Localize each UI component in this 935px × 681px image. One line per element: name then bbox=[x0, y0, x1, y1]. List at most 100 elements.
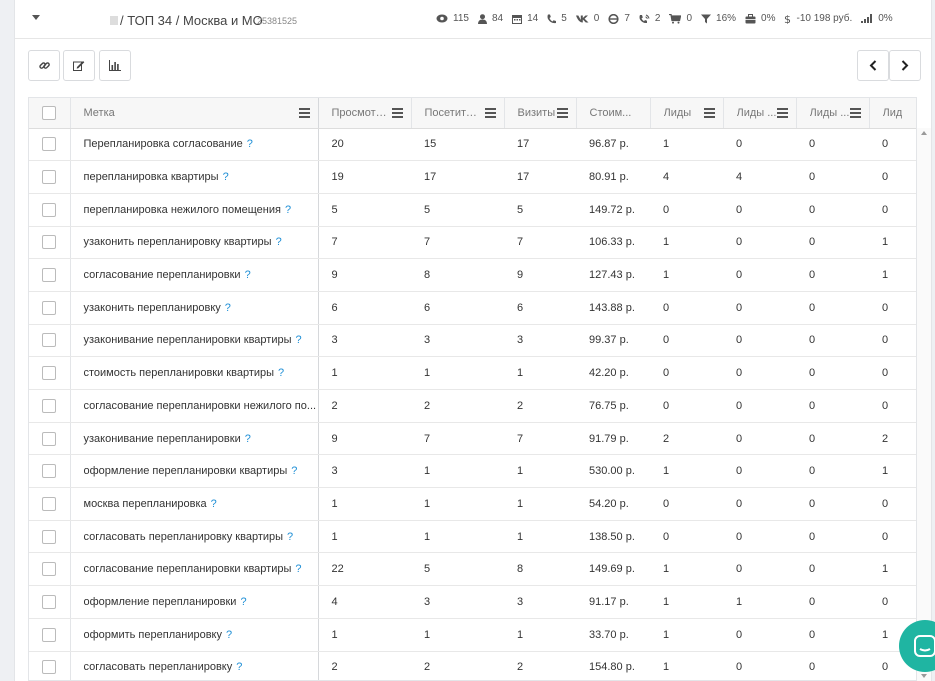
row-checkbox[interactable] bbox=[42, 529, 57, 544]
cell-cost: 54.20 р. bbox=[576, 487, 650, 521]
column-menu-icon[interactable] bbox=[484, 108, 496, 120]
help-link[interactable]: ? bbox=[296, 334, 302, 346]
help-link[interactable]: ? bbox=[223, 171, 229, 183]
help-link[interactable]: ? bbox=[236, 661, 242, 673]
row-checkbox[interactable] bbox=[42, 562, 57, 577]
column-header-leads-2[interactable]: Лиды ... bbox=[723, 98, 797, 129]
table-row[interactable]: Перепланировка согласование? 20 15 17 96.87 … bbox=[29, 128, 916, 162]
cell-visits: 1 bbox=[504, 618, 576, 652]
table-row[interactable]: согласование перепланировки? 9 8 9 127.43 р.… bbox=[29, 258, 916, 292]
grid-vertical-scrollbar[interactable] bbox=[917, 128, 931, 681]
table-row[interactable]: перепланировка квартиры? 19 17 17 80.91 р. 4 4… bbox=[29, 160, 916, 194]
breadcrumb[interactable]: / ТОП 34 / Москва и МО bbox=[120, 13, 263, 28]
cell-cost: 91.79 р. bbox=[576, 422, 650, 456]
table-row[interactable]: согласовать перепланировку квартиры? 1 1 1 1… bbox=[29, 520, 916, 554]
table-row[interactable]: перепланировка нежилого помещения? 5 5 5 149… bbox=[29, 193, 916, 227]
table-row[interactable]: москва перепланировка? 1 1 1 54.20 р. 0 0 0 0 bbox=[29, 487, 916, 521]
help-link[interactable]: ? bbox=[247, 138, 253, 150]
cell-leads-3: 0 bbox=[796, 389, 869, 423]
table-row[interactable]: узаконивание перепланировки квартиры? 3 3 3… bbox=[29, 324, 916, 358]
column-header-visitors[interactable]: Посетители bbox=[411, 98, 505, 129]
table-row[interactable]: оформление перепланировки? 4 3 3 91.17 р. 1 1 0… bbox=[29, 585, 916, 619]
row-checkbox[interactable] bbox=[42, 235, 57, 250]
help-link[interactable]: ? bbox=[245, 433, 251, 445]
column-menu-icon[interactable] bbox=[703, 108, 715, 120]
table-row[interactable]: согласование перепланировки нежилого по.… bbox=[29, 389, 916, 423]
row-checkbox[interactable] bbox=[42, 627, 57, 642]
stat-visitors: 84 bbox=[477, 13, 503, 24]
table-row[interactable]: узаконить перепланировку квартиры? 7 7 7 106… bbox=[29, 226, 916, 260]
table-row[interactable]: узаконивание перепланировки? 9 7 7 91.79 р. 2… bbox=[29, 422, 916, 456]
row-checkbox[interactable] bbox=[42, 398, 57, 413]
cell-leads: 0 bbox=[650, 520, 723, 554]
table-row[interactable]: оформление перепланировки квартиры? 3 1 1 53… bbox=[29, 454, 916, 489]
row-checkbox[interactable] bbox=[42, 366, 57, 381]
cell-leads-2: 0 bbox=[723, 291, 796, 325]
row-checkbox[interactable] bbox=[42, 464, 57, 479]
column-menu-icon[interactable] bbox=[849, 108, 861, 120]
help-link[interactable]: ? bbox=[291, 465, 297, 477]
cell-leads: 1 bbox=[650, 128, 723, 162]
chart-button[interactable] bbox=[99, 50, 131, 81]
next-page-button[interactable] bbox=[889, 50, 921, 81]
row-checkbox[interactable] bbox=[42, 170, 57, 185]
collapse-caret-icon[interactable] bbox=[32, 15, 40, 20]
scroll-down-icon[interactable] bbox=[921, 674, 927, 678]
help-link[interactable]: ? bbox=[295, 563, 301, 575]
prev-page-button[interactable] bbox=[857, 50, 889, 81]
briefcase-icon bbox=[745, 13, 756, 23]
cell-label: перепланировка квартиры? bbox=[70, 160, 319, 194]
help-link[interactable]: ? bbox=[226, 629, 232, 641]
table-row[interactable]: согласование перепланировки квартиры? 22 5… bbox=[29, 552, 916, 587]
cell-leads-4: 1 bbox=[869, 226, 916, 260]
row-select-cell bbox=[29, 585, 71, 619]
row-checkbox[interactable] bbox=[42, 496, 57, 511]
column-header-leads[interactable]: Лиды bbox=[650, 98, 724, 129]
column-header-leads-3[interactable]: Лиды ... bbox=[796, 98, 870, 129]
table-row[interactable]: оформить перепланировку? 1 1 1 33.70 р. 1 0 0 1 bbox=[29, 618, 916, 652]
column-menu-icon[interactable] bbox=[556, 108, 568, 120]
cell-leads: 1 bbox=[650, 454, 723, 489]
table-row[interactable]: стоимость перепланировки квартиры? 1 1 1 42.… bbox=[29, 356, 916, 390]
column-header-label[interactable]: Метка bbox=[70, 98, 319, 129]
row-checkbox[interactable] bbox=[42, 300, 57, 315]
help-link[interactable]: ? bbox=[211, 498, 217, 510]
select-all-checkbox[interactable] bbox=[42, 105, 57, 120]
scroll-up-icon[interactable] bbox=[921, 131, 927, 135]
column-header-cost[interactable]: Стоим... bbox=[576, 98, 651, 129]
help-link[interactable]: ? bbox=[278, 367, 284, 379]
help-link[interactable]: ? bbox=[240, 596, 246, 608]
keyword-label: оформить перепланировку bbox=[83, 628, 222, 641]
cell-leads-4: 0 bbox=[869, 520, 916, 554]
cell-leads-2: 0 bbox=[723, 454, 796, 489]
cell-label: стоимость перепланировки квартиры? bbox=[70, 356, 319, 390]
cell-visitors: 7 bbox=[411, 422, 504, 456]
row-checkbox[interactable] bbox=[42, 333, 57, 348]
column-menu-icon[interactable] bbox=[776, 108, 788, 120]
row-checkbox[interactable] bbox=[42, 202, 57, 217]
edit-button[interactable] bbox=[63, 50, 95, 81]
cell-cost: 106.33 р. bbox=[576, 226, 650, 260]
row-checkbox[interactable] bbox=[42, 594, 57, 609]
column-menu-icon[interactable] bbox=[391, 108, 403, 120]
vk-icon bbox=[575, 15, 589, 22]
help-link[interactable]: ? bbox=[225, 302, 231, 314]
column-header-leads-4[interactable]: Лид bbox=[869, 98, 916, 129]
row-checkbox[interactable] bbox=[42, 431, 57, 446]
help-link[interactable]: ? bbox=[276, 236, 282, 248]
row-checkbox[interactable] bbox=[42, 660, 57, 675]
eye-icon bbox=[436, 14, 448, 23]
help-link[interactable]: ? bbox=[287, 531, 293, 543]
link-button[interactable] bbox=[28, 50, 60, 81]
table-row[interactable]: согласовать перепланировку? 2 2 2 154.80 р. 1… bbox=[29, 651, 916, 680]
column-header-views[interactable]: Просмотры bbox=[318, 98, 412, 129]
column-menu-icon[interactable] bbox=[298, 108, 310, 120]
row-checkbox[interactable] bbox=[42, 268, 57, 283]
help-link[interactable]: ? bbox=[245, 269, 251, 281]
help-link[interactable]: ? bbox=[285, 204, 291, 216]
cell-leads-3: 0 bbox=[796, 291, 869, 325]
cell-visitors: 1 bbox=[411, 618, 504, 652]
column-header-visits[interactable]: Визиты bbox=[504, 98, 577, 129]
row-checkbox[interactable] bbox=[42, 137, 57, 152]
table-row[interactable]: узаконить перепланировку? 6 6 6 143.88 р. 0 0 0… bbox=[29, 291, 916, 325]
